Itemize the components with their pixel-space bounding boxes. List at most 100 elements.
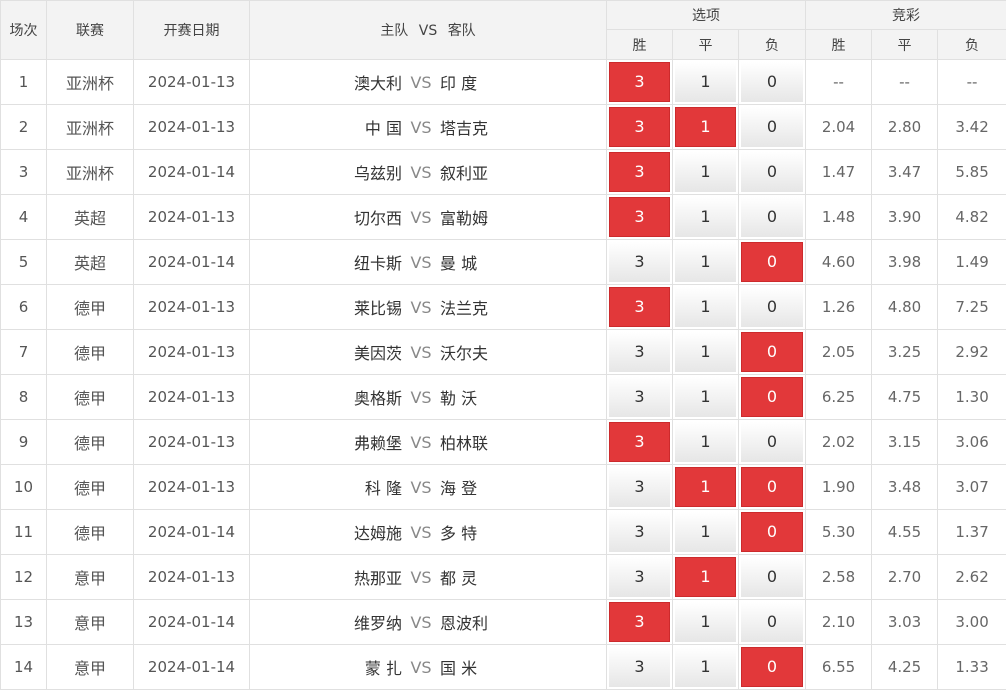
odds-loss: 3.06	[938, 420, 1006, 465]
option-draw-button[interactable]: 1	[675, 512, 736, 552]
option-draw-button[interactable]: 1	[675, 242, 736, 282]
option-draw-button[interactable]: 1	[675, 602, 736, 642]
option-loss-button[interactable]: 0	[741, 287, 803, 327]
option-draw-cell: 1	[673, 105, 739, 150]
header-league: 联赛	[47, 1, 134, 60]
table-row: 9德甲2024-01-13弗赖堡VS柏林联3102.023.153.06	[1, 420, 1006, 465]
option-draw-button[interactable]: 1	[675, 647, 736, 687]
round-number: 8	[1, 375, 47, 420]
option-win-button[interactable]: 3	[609, 512, 670, 552]
option-draw-cell: 1	[673, 555, 739, 600]
option-draw-button[interactable]: 1	[675, 287, 736, 327]
vs-label: VS	[410, 433, 432, 452]
option-loss-button[interactable]: 0	[741, 332, 803, 372]
option-draw-cell: 1	[673, 510, 739, 555]
league-name: 英超	[47, 195, 134, 240]
option-loss-button[interactable]: 0	[741, 62, 803, 102]
odds-loss: 1.30	[938, 375, 1006, 420]
match-date: 2024-01-13	[134, 105, 250, 150]
option-draw-button[interactable]: 1	[675, 332, 736, 372]
odds-draw: 3.15	[872, 420, 938, 465]
odds-draw: 2.80	[872, 105, 938, 150]
option-draw-button[interactable]: 1	[675, 377, 736, 417]
home-team: 澳大利	[250, 70, 410, 94]
option-win-button[interactable]: 3	[609, 197, 670, 237]
option-loss-button[interactable]: 0	[741, 242, 803, 282]
option-loss-button[interactable]: 0	[741, 152, 803, 192]
odds-win: 1.26	[806, 285, 872, 330]
option-loss-button[interactable]: 0	[741, 647, 803, 687]
odds-loss: --	[938, 60, 1006, 105]
header-vs: VS	[419, 23, 437, 39]
table-row: 6德甲2024-01-13莱比锡VS法兰克3101.264.807.25	[1, 285, 1006, 330]
option-win-cell: 3	[607, 600, 673, 645]
option-win-button[interactable]: 3	[609, 152, 670, 192]
match-date: 2024-01-13	[134, 555, 250, 600]
option-win-button[interactable]: 3	[609, 107, 670, 147]
option-win-button[interactable]: 3	[609, 422, 670, 462]
home-team: 达姆施	[250, 520, 410, 544]
option-draw-button[interactable]: 1	[675, 107, 736, 147]
option-loss-cell: 0	[739, 420, 806, 465]
option-win-button[interactable]: 3	[609, 467, 670, 507]
match-teams: 达姆施VS多 特	[250, 510, 607, 555]
header-odds-draw: 平	[872, 30, 938, 60]
option-win-cell: 3	[607, 240, 673, 285]
table-header: 场次 联赛 开赛日期 主队 VS 客队 选项 竞彩 胜 平 负 胜 平 负	[1, 1, 1006, 60]
away-team: 曼 城	[432, 250, 477, 274]
match-teams: 纽卡斯VS曼 城	[250, 240, 607, 285]
option-win-button[interactable]: 3	[609, 62, 670, 102]
option-draw-button[interactable]: 1	[675, 557, 736, 597]
option-draw-cell: 1	[673, 330, 739, 375]
option-loss-cell: 0	[739, 60, 806, 105]
league-name: 德甲	[47, 375, 134, 420]
option-win-button[interactable]: 3	[609, 647, 670, 687]
option-draw-button[interactable]: 1	[675, 62, 736, 102]
home-team: 蒙 扎	[250, 655, 410, 679]
option-win-button[interactable]: 3	[609, 287, 670, 327]
option-win-button[interactable]: 3	[609, 242, 670, 282]
odds-win: 4.60	[806, 240, 872, 285]
option-win-button[interactable]: 3	[609, 602, 670, 642]
option-draw-cell: 1	[673, 285, 739, 330]
home-team: 纽卡斯	[250, 250, 410, 274]
odds-loss: 1.49	[938, 240, 1006, 285]
match-teams: 乌兹别VS叙利亚	[250, 150, 607, 195]
vs-label: VS	[410, 478, 432, 497]
option-loss-button[interactable]: 0	[741, 467, 803, 507]
match-date: 2024-01-14	[134, 240, 250, 285]
option-loss-button[interactable]: 0	[741, 107, 803, 147]
option-win-cell: 3	[607, 285, 673, 330]
option-loss-button[interactable]: 0	[741, 197, 803, 237]
match-teams: 莱比锡VS法兰克	[250, 285, 607, 330]
option-draw-button[interactable]: 1	[675, 422, 736, 462]
away-team: 多 特	[432, 520, 477, 544]
option-loss-cell: 0	[739, 195, 806, 240]
round-number: 14	[1, 645, 47, 690]
header-options: 选项	[607, 1, 806, 30]
option-loss-button[interactable]: 0	[741, 557, 803, 597]
option-loss-button[interactable]: 0	[741, 602, 803, 642]
header-away: 客队	[448, 23, 476, 39]
option-loss-button[interactable]: 0	[741, 377, 803, 417]
option-draw-button[interactable]: 1	[675, 197, 736, 237]
table-row: 7德甲2024-01-13美因茨VS沃尔夫3102.053.252.92	[1, 330, 1006, 375]
option-win-button[interactable]: 3	[609, 377, 670, 417]
match-date: 2024-01-13	[134, 330, 250, 375]
header-odds-win: 胜	[806, 30, 872, 60]
option-draw-button[interactable]: 1	[675, 152, 736, 192]
option-draw-button[interactable]: 1	[675, 467, 736, 507]
match-table: 场次 联赛 开赛日期 主队 VS 客队 选项 竞彩 胜 平 负 胜 平 负 1亚…	[0, 0, 1006, 690]
option-draw-cell: 1	[673, 645, 739, 690]
round-number: 6	[1, 285, 47, 330]
option-loss-button[interactable]: 0	[741, 422, 803, 462]
option-loss-cell: 0	[739, 240, 806, 285]
option-win-button[interactable]: 3	[609, 332, 670, 372]
round-number: 9	[1, 420, 47, 465]
table-row: 5英超2024-01-14纽卡斯VS曼 城3104.603.981.49	[1, 240, 1006, 285]
odds-draw: 3.98	[872, 240, 938, 285]
option-win-button[interactable]: 3	[609, 557, 670, 597]
option-loss-button[interactable]: 0	[741, 512, 803, 552]
table-row: 14意甲2024-01-14蒙 扎VS国 米3106.554.251.33	[1, 645, 1006, 690]
odds-draw: 4.55	[872, 510, 938, 555]
